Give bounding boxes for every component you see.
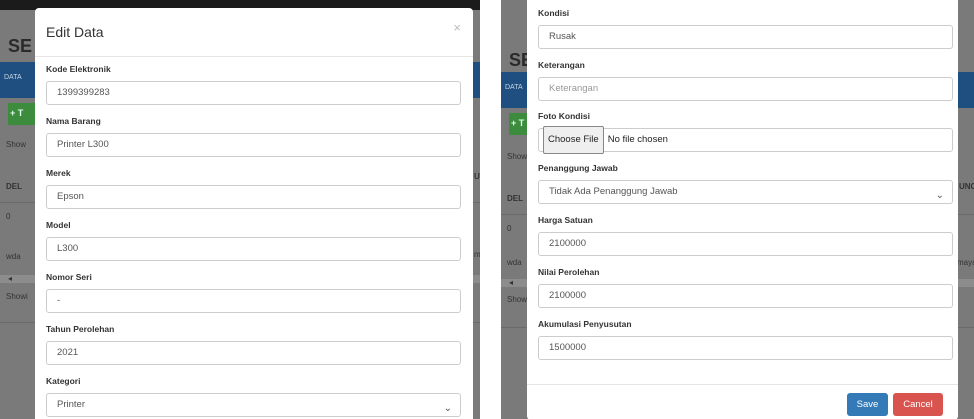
keterangan-input[interactable]: Keterangan xyxy=(538,77,953,101)
table-cell-number: 0 xyxy=(6,212,11,221)
field-label: Keterangan xyxy=(538,60,585,70)
edit-data-modal: Edit Data × Kode Elektronik 1399399283 N… xyxy=(35,8,473,419)
field-merek: Merek Epson xyxy=(46,168,461,209)
field-harga-satuan: Harga Satuan 2100000 xyxy=(538,215,953,256)
field-label: Kondisi xyxy=(538,8,570,18)
penanggung-jawab-selected-value: Tidak Ada Penanggung Jawab xyxy=(549,186,678,197)
data-header-text: DATA xyxy=(505,84,523,91)
field-model: Model L300 xyxy=(46,220,461,261)
kondisi-input[interactable]: Rusak xyxy=(538,25,953,49)
kode-elektronik-input[interactable]: 1399399283 xyxy=(46,81,461,105)
left-screenshot-panel: SE DATA + T Show DEL UNG 0 wda maya ◂ Sh… xyxy=(0,0,480,419)
show-entries-label: Show xyxy=(6,140,27,149)
modal-header: Edit Data × xyxy=(35,8,473,57)
field-label: Penanggung Jawab xyxy=(538,163,618,173)
penanggung-jawab-select[interactable]: Tidak Ada Penanggung Jawab ⌄ xyxy=(538,180,953,204)
show-entries-label: Show xyxy=(507,152,528,161)
table-cell-extra: maya xyxy=(957,258,974,267)
file-status-text: No file chosen xyxy=(607,134,668,145)
harga-satuan-input[interactable]: 2100000 xyxy=(538,232,953,256)
column-header-penanggung: UNG xyxy=(959,182,974,191)
field-kategori: Kategori Printer ⌄ xyxy=(46,376,461,417)
add-data-button[interactable]: + T xyxy=(8,103,36,125)
field-label: Nama Barang xyxy=(46,116,101,126)
field-label: Tahun Perolehan xyxy=(46,324,115,334)
panel-separator xyxy=(480,0,501,419)
field-penanggung-jawab: Penanggung Jawab Tidak Ada Penanggung Ja… xyxy=(538,163,953,204)
field-akumulasi-penyusutan: Akumulasi Penyusutan 1500000 xyxy=(538,319,953,360)
kategori-select[interactable]: Printer ⌄ xyxy=(46,393,461,417)
column-header-model: DEL xyxy=(6,182,22,191)
tahun-perolehan-input[interactable]: 2021 xyxy=(46,341,461,365)
nomor-seri-input[interactable]: - xyxy=(46,289,461,313)
field-label: Kategori xyxy=(46,376,81,386)
save-button[interactable]: Save xyxy=(847,393,888,416)
choose-file-button[interactable]: Choose File xyxy=(543,126,604,154)
field-label: Foto Kondisi xyxy=(538,111,590,121)
edit-data-modal-scrolled: Kondisi Rusak Keterangan Keterangan Foto… xyxy=(527,0,958,419)
data-header-text: DATA xyxy=(4,74,22,81)
nilai-perolehan-input[interactable]: 2100000 xyxy=(538,284,953,308)
field-kode-elektronik: Kode Elektronik 1399399283 xyxy=(46,64,461,105)
cancel-button[interactable]: Cancel xyxy=(893,393,943,416)
nama-barang-input[interactable]: Printer L300 xyxy=(46,133,461,157)
field-foto-kondisi: Foto Kondisi Choose File No file chosen xyxy=(538,111,953,154)
modal-footer: Save Cancel xyxy=(527,384,958,419)
modal-title: Edit Data xyxy=(46,24,104,40)
table-cell-name: wda xyxy=(6,252,21,261)
page-title: SE xyxy=(8,36,33,56)
field-kondisi: Kondisi Rusak xyxy=(538,8,953,49)
table-cell-number: 0 xyxy=(507,224,512,233)
close-icon[interactable]: × xyxy=(453,20,461,35)
table-cell-name: wda xyxy=(507,258,522,267)
field-label: Model xyxy=(46,220,71,230)
foto-kondisi-file-input[interactable]: Choose File No file chosen xyxy=(538,126,953,154)
model-input[interactable]: L300 xyxy=(46,237,461,261)
showing-entries-label: Showi xyxy=(6,292,28,301)
field-nomor-seri: Nomor Seri - xyxy=(46,272,461,313)
scroll-left-arrow-icon[interactable]: ◂ xyxy=(8,274,12,283)
field-nilai-perolehan: Nilai Perolehan 2100000 xyxy=(538,267,953,308)
kategori-selected-value: Printer xyxy=(57,399,85,410)
field-label: Kode Elektronik xyxy=(46,64,111,74)
chevron-down-icon: ⌄ xyxy=(443,403,452,414)
merek-input[interactable]: Epson xyxy=(46,185,461,209)
column-header-model: DEL xyxy=(507,194,523,203)
chevron-down-icon: ⌄ xyxy=(935,190,944,201)
field-label: Nilai Perolehan xyxy=(538,267,600,277)
field-label: Merek xyxy=(46,168,71,178)
field-label: Akumulasi Penyusutan xyxy=(538,319,632,329)
akumulasi-penyusutan-input[interactable]: 1500000 xyxy=(538,336,953,360)
showing-entries-label: Showi xyxy=(507,295,529,304)
field-tahun-perolehan: Tahun Perolehan 2021 xyxy=(46,324,461,365)
field-label: Harga Satuan xyxy=(538,215,593,225)
field-label: Nomor Seri xyxy=(46,272,92,282)
field-keterangan: Keterangan Keterangan xyxy=(538,60,953,101)
scroll-left-arrow-icon[interactable]: ◂ xyxy=(509,278,513,287)
field-nama-barang: Nama Barang Printer L300 xyxy=(46,116,461,157)
